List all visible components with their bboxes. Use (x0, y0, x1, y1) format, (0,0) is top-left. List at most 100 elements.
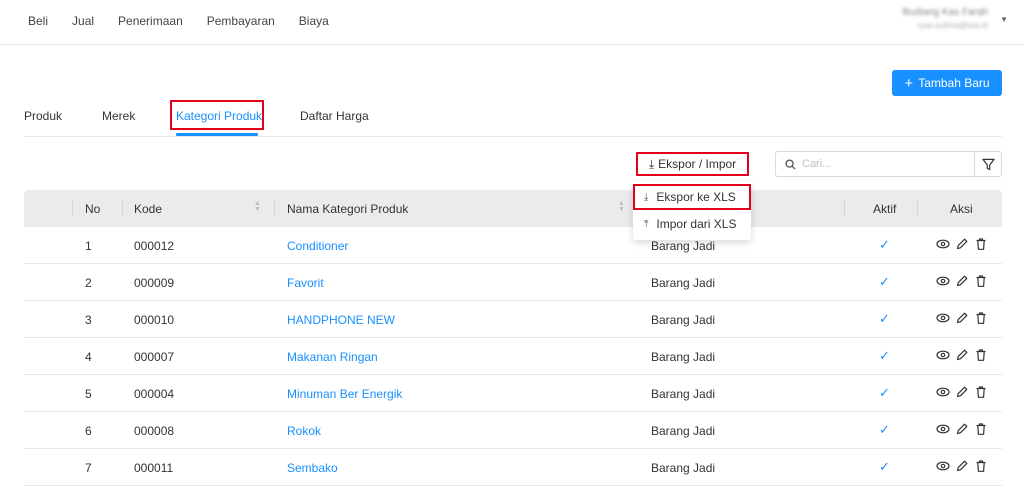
row-number: 4 (85, 350, 92, 364)
delete-icon[interactable] (974, 459, 988, 473)
row-type: Barang Jadi (651, 239, 716, 253)
check-icon: ✓ (879, 422, 890, 437)
row-type: Barang Jadi (651, 313, 716, 327)
edit-icon[interactable] (955, 385, 969, 399)
check-icon: ✓ (879, 385, 890, 400)
column-divider (72, 200, 73, 217)
view-icon[interactable] (936, 459, 950, 473)
row-number: 2 (85, 276, 92, 290)
edit-icon[interactable] (955, 237, 969, 251)
caret-down-icon[interactable]: ▼ (1000, 15, 1008, 24)
row-code: 000008 (134, 424, 175, 438)
view-icon[interactable] (936, 237, 950, 251)
user-menu[interactable]: Budiang Kas Farah ryan.sutima@kas.id ▼ (902, 7, 1008, 30)
menu-item-biaya[interactable]: Biaya (299, 14, 329, 28)
search-input[interactable] (802, 158, 962, 170)
check-icon: ✓ (879, 348, 890, 363)
edit-icon[interactable] (955, 459, 969, 473)
export-xls-menu-item[interactable]: ⤓ Ekspor ke XLS (633, 184, 751, 210)
check-icon: ✓ (879, 274, 890, 289)
table-row: 4 000007 Makanan Ringan Barang Jadi ✓ (24, 338, 1002, 375)
row-type: Barang Jadi (651, 461, 716, 475)
add-new-button[interactable]: + Tambah Baru (892, 70, 1002, 96)
column-header-nama[interactable]: Nama Kategori Produk (287, 202, 408, 216)
export-xls-label: Ekspor ke XLS (656, 190, 736, 204)
column-header-no[interactable]: No (85, 202, 100, 216)
row-type: Barang Jadi (651, 350, 716, 364)
export-import-dropdown: ⤓ Ekspor ke XLS ⤒ Impor dari XLS (633, 181, 751, 240)
view-icon[interactable] (936, 311, 950, 325)
delete-icon[interactable] (974, 348, 988, 362)
tab-bar: Produk Merek Kategori Produk Daftar Harg… (24, 100, 1002, 137)
delete-icon[interactable] (974, 237, 988, 251)
delete-icon[interactable] (974, 274, 988, 288)
row-category-name-link[interactable]: Sembako (287, 461, 338, 475)
row-category-name-link[interactable]: Minuman Ber Energik (287, 387, 402, 401)
check-icon: ✓ (879, 459, 890, 474)
delete-icon[interactable] (974, 385, 988, 399)
table-row: 6 000008 Rokok Barang Jadi ✓ (24, 412, 1002, 449)
row-type: Barang Jadi (651, 387, 716, 401)
row-actions (936, 459, 993, 473)
column-header-aksi: Aksi (950, 202, 973, 216)
edit-icon[interactable] (955, 274, 969, 288)
table-row: 5 000004 Minuman Ber Energik Barang Jadi… (24, 375, 1002, 412)
tab-kategori-produk[interactable]: Kategori Produk (176, 109, 262, 123)
column-divider (122, 200, 123, 217)
row-type: Barang Jadi (651, 424, 716, 438)
export-import-button[interactable]: ⤓ Ekspor / Impor (636, 152, 749, 176)
view-icon[interactable] (936, 348, 950, 362)
row-actions (936, 385, 993, 399)
row-actions (936, 311, 993, 325)
row-actions (936, 274, 993, 288)
view-icon[interactable] (936, 385, 950, 399)
table-row: 3 000010 HANDPHONE NEW Barang Jadi ✓ (24, 301, 1002, 338)
sort-icon[interactable]: ▲ ▼ (618, 200, 625, 213)
add-new-label: Tambah Baru (918, 76, 990, 90)
edit-icon[interactable] (955, 348, 969, 362)
menu-item-penerimaan[interactable]: Penerimaan (118, 14, 183, 28)
tab-produk[interactable]: Produk (24, 109, 62, 123)
tab-daftar-harga[interactable]: Daftar Harga (300, 109, 369, 123)
import-xls-label: Impor dari XLS (656, 217, 737, 231)
row-category-name-link[interactable]: Favorit (287, 276, 324, 290)
menu-item-jual[interactable]: Jual (72, 14, 94, 28)
row-code: 000007 (134, 350, 175, 364)
row-actions (936, 422, 993, 436)
edit-icon[interactable] (955, 311, 969, 325)
column-header-kode[interactable]: Kode (134, 202, 162, 216)
view-icon[interactable] (936, 274, 950, 288)
row-actions (936, 237, 993, 251)
row-category-name-link[interactable]: Makanan Ringan (287, 350, 378, 364)
row-code: 000010 (134, 313, 175, 327)
check-icon: ✓ (879, 311, 890, 326)
row-category-name-link[interactable]: Rokok (287, 424, 321, 438)
menu-item-beli[interactable]: Beli (28, 14, 48, 28)
table-row: 7 000011 Sembako Barang Jadi ✓ (24, 449, 1002, 486)
row-category-name-link[interactable]: Conditioner (287, 239, 348, 253)
delete-icon[interactable] (974, 422, 988, 436)
table-row: 2 000009 Favorit Barang Jadi ✓ (24, 264, 1002, 301)
menu-item-pembayaran[interactable]: Pembayaran (207, 14, 275, 28)
row-number: 5 (85, 387, 92, 401)
row-category-name-link[interactable]: HANDPHONE NEW (287, 313, 395, 327)
row-actions (936, 348, 993, 362)
tab-merek[interactable]: Merek (102, 109, 135, 123)
edit-icon[interactable] (955, 422, 969, 436)
view-icon[interactable] (936, 422, 950, 436)
sort-icon[interactable]: ▲ ▼ (254, 200, 261, 213)
row-number: 3 (85, 313, 92, 327)
download-icon: ⤓ (648, 156, 655, 171)
row-code: 000012 (134, 239, 175, 253)
filter-button[interactable] (974, 151, 1002, 177)
column-header-aktif[interactable]: Aktif (873, 202, 896, 216)
user-name: Budiang Kas Farah (902, 7, 989, 18)
top-navigation: Beli Jual Penerimaan Pembayaran Biaya Bu… (0, 0, 1024, 45)
download-icon: ⤓ (644, 191, 649, 203)
delete-icon[interactable] (974, 311, 988, 325)
check-icon: ✓ (879, 237, 890, 252)
main-menu: Beli Jual Penerimaan Pembayaran Biaya (28, 14, 353, 28)
column-divider (844, 200, 845, 217)
import-xls-menu-item[interactable]: ⤒ Impor dari XLS (633, 211, 751, 237)
row-code: 000011 (134, 461, 174, 475)
